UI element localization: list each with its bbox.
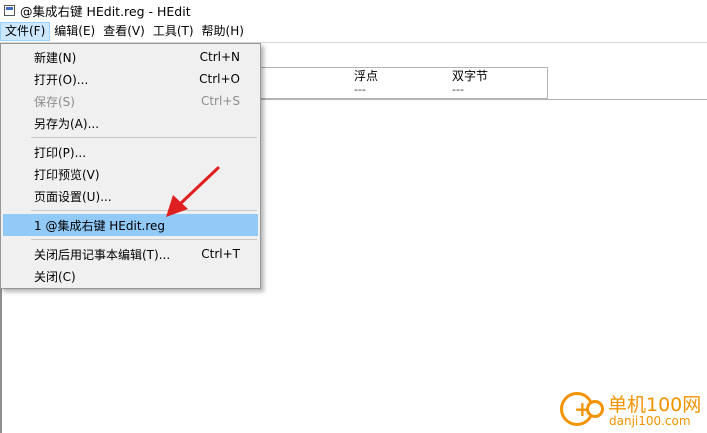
app-icon <box>4 5 15 16</box>
menu-tools[interactable]: 工具(T) <box>149 22 198 41</box>
menu-help[interactable]: 帮助(H) <box>198 22 248 41</box>
menu-item-save-as[interactable]: 另存为(A)... <box>3 112 258 134</box>
dword-column-value: --- <box>452 83 464 96</box>
data-inspector-header: 浮点 --- 双字节 --- <box>258 67 548 99</box>
watermark-text: 单机100网 <box>608 394 702 416</box>
watermark-url: danji100.com <box>609 414 691 428</box>
float-column-value: --- <box>354 83 366 96</box>
menu-bar: 文件(F) 编辑(E) 查看(V) 工具(T) 帮助(H) <box>0 21 707 42</box>
watermark-ring-icon <box>586 400 604 418</box>
menu-item-open[interactable]: 打开(O)... Ctrl+O <box>3 68 258 90</box>
title-bar: @集成右键 HEdit.reg - HEdit <box>0 0 707 21</box>
menu-item-print[interactable]: 打印(P)... <box>3 141 258 163</box>
menu-item-save[interactable]: 保存(S) Ctrl+S <box>3 90 258 112</box>
menu-item-print-preview[interactable]: 打印预览(V) <box>3 163 258 185</box>
menu-separator <box>31 137 257 138</box>
dword-column-label: 双字节 <box>452 69 489 83</box>
menu-item-page-setup[interactable]: 页面设置(U)... <box>3 185 258 207</box>
menu-separator <box>31 239 257 240</box>
float-column: 浮点 --- <box>354 69 379 97</box>
file-menu-dropdown: 新建(N) Ctrl+N 打开(O)... Ctrl+O 保存(S) Ctrl+… <box>0 43 261 289</box>
menu-item-recent-file-1[interactable]: 1 @集成右键 HEdit.reg <box>3 214 258 236</box>
menu-separator <box>31 210 257 211</box>
menu-item-close[interactable]: 关闭(C) <box>3 265 258 287</box>
float-column-label: 浮点 <box>354 69 379 83</box>
menu-item-new[interactable]: 新建(N) Ctrl+N <box>3 46 258 68</box>
dword-column: 双字节 --- <box>452 69 489 97</box>
menu-item-close-edit-notepad[interactable]: 关闭后用记事本编辑(T)... Ctrl+T <box>3 243 258 265</box>
window-title: @集成右键 HEdit.reg - HEdit <box>20 4 191 19</box>
menu-file[interactable]: 文件(F) <box>0 22 51 41</box>
watermark-logo: + 单机100网 danji100.com <box>560 388 707 433</box>
menu-view[interactable]: 查看(V) <box>99 22 149 41</box>
menu-edit[interactable]: 编辑(E) <box>50 22 99 41</box>
